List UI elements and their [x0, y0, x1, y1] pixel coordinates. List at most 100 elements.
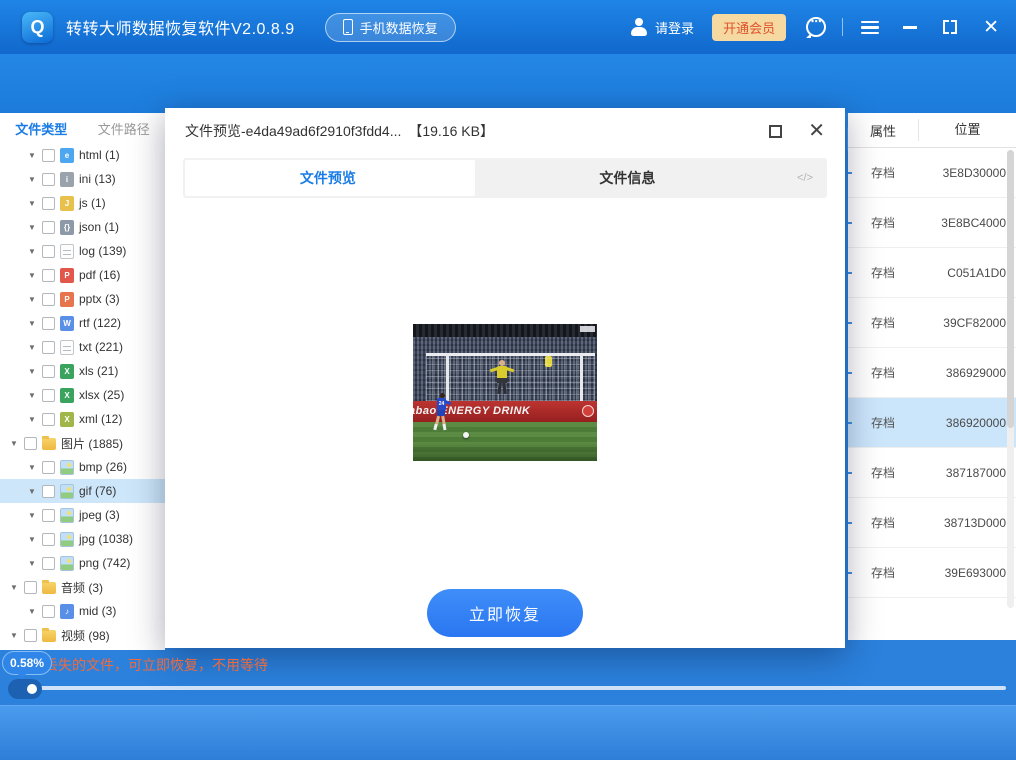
table-scrollbar-thumb[interactable] — [1007, 150, 1014, 428]
table-row[interactable]: 存档 39E693000 — [848, 548, 1016, 598]
table-row[interactable]: 存档 C051A1D0 — [848, 248, 1016, 298]
tree-item[interactable]: ▼ 视频 (98) — [0, 623, 165, 647]
expander-icon[interactable]: ▼ — [28, 271, 41, 280]
tree-checkbox[interactable] — [42, 461, 55, 474]
tree-item[interactable]: ▼ txt (221) — [0, 335, 165, 359]
tree-item[interactable]: ▼ jpeg (3) — [0, 503, 165, 527]
tree-checkbox[interactable] — [42, 533, 55, 546]
tree-item[interactable]: ▼ log (139) — [0, 239, 165, 263]
tree-checkbox[interactable] — [42, 509, 55, 522]
menu-icon[interactable] — [861, 21, 879, 34]
tree-checkbox[interactable] — [42, 557, 55, 570]
tree-item[interactable]: ▼ X xls (21) — [0, 359, 165, 383]
tree-checkbox[interactable] — [42, 365, 55, 378]
filename-link-fragment — [848, 472, 852, 474]
tree-checkbox[interactable] — [42, 245, 55, 258]
modal-maximize-icon[interactable] — [769, 125, 782, 138]
tree-item[interactable]: ▼ X xml (12) — [0, 407, 165, 431]
tree-item[interactable]: ▼ jpg (1038) — [0, 527, 165, 551]
table-row[interactable]: 存档 39CF82000 — [848, 298, 1016, 348]
modal-title: 文件预览-e4da49ad6f2910f3fdd4... 【19.16 KB】 — [185, 121, 494, 141]
tree-checkbox[interactable] — [42, 389, 55, 402]
expander-icon[interactable]: ▼ — [28, 511, 41, 520]
table-row[interactable]: 存档 3E8BC4000 — [848, 198, 1016, 248]
tree-item-label: png (742) — [79, 556, 130, 570]
tree-item-label: gif (76) — [79, 484, 116, 498]
expander-icon[interactable]: ▼ — [28, 175, 41, 184]
tree-item[interactable]: ▼ P pptx (3) — [0, 287, 165, 311]
expander-icon[interactable]: ▼ — [28, 247, 41, 256]
expander-icon[interactable]: ▼ — [28, 319, 41, 328]
minimize-button[interactable] — [903, 26, 917, 29]
tree-item[interactable]: ▼ e html (1) — [0, 143, 165, 167]
expander-icon[interactable]: ▼ — [28, 391, 41, 400]
phone-recovery-button[interactable]: 手机数据恢复 — [325, 13, 456, 42]
expander-icon[interactable]: ▼ — [28, 415, 41, 424]
row-location: 38713D000 — [918, 516, 1016, 530]
tree-checkbox[interactable] — [42, 485, 55, 498]
tree-item[interactable]: ▼ png (742) — [0, 551, 165, 575]
tree-checkbox[interactable] — [42, 605, 55, 618]
expander-icon[interactable]: ▼ — [28, 607, 41, 616]
tab-file-path[interactable]: 文件路径 — [83, 119, 166, 138]
tree-item[interactable]: ▼ 图片 (1885) — [0, 431, 165, 455]
scan-progress-track[interactable] — [10, 686, 1006, 690]
table-row[interactable]: 存档 386929000 — [848, 348, 1016, 398]
login-link[interactable]: 请登录 — [655, 18, 694, 37]
tree-checkbox[interactable] — [42, 293, 55, 306]
tab-file-preview[interactable]: 文件预览 — [183, 158, 473, 198]
expander-icon[interactable]: ▼ — [28, 295, 41, 304]
table-row[interactable]: 存档 3E8D30000 — [848, 148, 1016, 198]
tree-checkbox[interactable] — [42, 269, 55, 282]
table-scrollbar[interactable] — [1007, 150, 1014, 608]
tree-checkbox[interactable] — [42, 221, 55, 234]
customer-service-icon[interactable] — [806, 17, 826, 37]
tree-item[interactable]: ▼ i ini (13) — [0, 167, 165, 191]
tree-checkbox[interactable] — [42, 197, 55, 210]
expander-icon[interactable]: ▼ — [28, 199, 41, 208]
tree-item[interactable]: ▼ bmp (26) — [0, 455, 165, 479]
tree-checkbox[interactable] — [42, 413, 55, 426]
tab-file-type[interactable]: 文件类型 — [0, 119, 83, 138]
expander-icon[interactable]: ▼ — [28, 367, 41, 376]
expander-icon[interactable]: ▼ — [10, 631, 23, 640]
tree-checkbox[interactable] — [42, 173, 55, 186]
tree-checkbox[interactable] — [24, 629, 37, 642]
tree-item[interactable]: ▼ W rtf (122) — [0, 311, 165, 335]
expander-icon[interactable]: ▼ — [28, 535, 41, 544]
vip-button[interactable]: 开通会员 — [712, 14, 786, 41]
code-view-icon[interactable]: </> — [797, 158, 813, 198]
tree-checkbox[interactable] — [42, 317, 55, 330]
tree-checkbox[interactable] — [24, 437, 37, 450]
tree-item[interactable]: ▼ J js (1) — [0, 191, 165, 215]
expander-icon[interactable]: ▼ — [28, 487, 41, 496]
tree-checkbox[interactable] — [24, 581, 37, 594]
expander-icon[interactable]: ▼ — [10, 583, 23, 592]
expander-icon[interactable]: ▼ — [28, 343, 41, 352]
tree-item[interactable]: ▼ gif (76) — [0, 479, 165, 503]
modal-close-icon[interactable]: ✕ — [808, 121, 825, 141]
table-row[interactable]: 存档 387187000 — [848, 448, 1016, 498]
recover-now-button[interactable]: 立即恢复 — [427, 589, 583, 637]
scan-progress-handle[interactable] — [8, 679, 42, 699]
tree-item[interactable]: ▼ P pdf (16) — [0, 263, 165, 287]
tree-checkbox[interactable] — [42, 149, 55, 162]
tree-checkbox[interactable] — [42, 341, 55, 354]
file-type-icon: ♪ — [60, 604, 74, 619]
table-row[interactable]: 存档 38713D000 — [848, 498, 1016, 548]
tree-item-label: js (1) — [79, 196, 106, 210]
tree-item[interactable]: ▼ ♪ mid (3) — [0, 599, 165, 623]
table-row[interactable]: 存档 386920000 — [848, 398, 1016, 448]
tree-item[interactable]: ▼ X xlsx (25) — [0, 383, 165, 407]
tree-item[interactable]: ▼ 音频 (3) — [0, 575, 165, 599]
tree-item[interactable]: ▼ {} json (1) — [0, 215, 165, 239]
row-location: 387187000 — [918, 466, 1016, 480]
expander-icon[interactable]: ▼ — [10, 439, 23, 448]
expander-icon[interactable]: ▼ — [28, 223, 41, 232]
close-button[interactable]: ✕ — [983, 18, 999, 37]
maximize-button[interactable] — [943, 20, 957, 34]
expander-icon[interactable]: ▼ — [28, 463, 41, 472]
tab-file-info[interactable]: 文件信息 — [473, 158, 782, 198]
expander-icon[interactable]: ▼ — [28, 559, 41, 568]
expander-icon[interactable]: ▼ — [28, 151, 41, 160]
